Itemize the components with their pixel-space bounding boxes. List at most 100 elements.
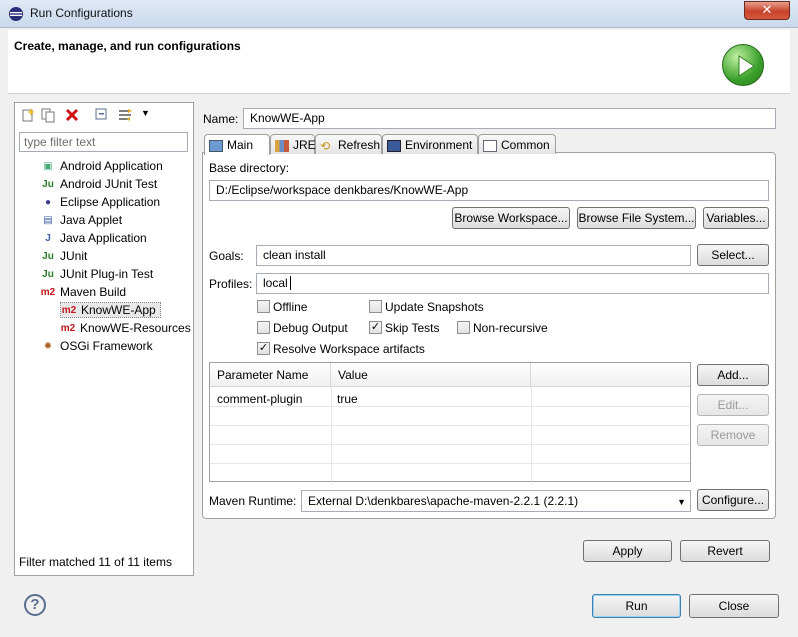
tree-item-label: Maven Build [60, 285, 127, 299]
tree-item-label: OSGi Framework [60, 339, 153, 353]
junit-icon: Ju [42, 250, 54, 262]
tree-item-label: Android JUnit Test [60, 177, 158, 191]
parameters-table[interactable]: Parameter Name Value comment-plugin true [209, 362, 691, 482]
skip-tests-label: Skip Tests [385, 321, 440, 335]
tree-item-content: ● Eclipse Application [40, 195, 160, 209]
tree-item-java-applet[interactable]: ▤ Java Applet [40, 211, 191, 229]
profiles-label: Profiles: [209, 277, 253, 291]
goals-field[interactable]: clean install [256, 245, 691, 266]
maven-icon: m2 [61, 304, 77, 316]
column-divider [331, 387, 332, 482]
tab-environment[interactable]: Environment [382, 134, 478, 154]
browse-workspace-button[interactable]: Browse Workspace... [452, 207, 570, 229]
tree-item-maven-build[interactable]: m2 Maven Build [40, 283, 191, 301]
base-directory-label: Base directory: [209, 161, 290, 175]
maven-runtime-select[interactable]: External D:\denkbares\apache-maven-2.2.1… [301, 490, 691, 512]
row-divider [210, 463, 690, 464]
column-header-value[interactable]: Value [331, 363, 531, 387]
tab-environment-label: Environment [405, 138, 473, 152]
add-parameter-button[interactable]: Add... [697, 364, 769, 386]
main-tab-icon [209, 139, 223, 152]
maven-runtime-label: Maven Runtime: [209, 494, 297, 508]
run-play-icon [722, 44, 764, 86]
tree-item-content: Ju Android JUnit Test [40, 177, 157, 191]
tree-item-label: KnowWE-Resources [80, 321, 191, 335]
tree-item-junit-plug-in-test[interactable]: Ju JUnit Plug-in Test [40, 265, 191, 283]
browse-file-system-button[interactable]: Browse File System... [577, 207, 696, 229]
row-divider [210, 444, 690, 445]
tree-item-label: KnowWE-App [81, 303, 156, 317]
junit-icon: Ju [42, 178, 54, 190]
tree-item-knowwe-app[interactable]: m2 KnowWE-App [40, 301, 191, 319]
tab-common-label: Common [501, 138, 550, 152]
column-header-parameter-name[interactable]: Parameter Name [210, 363, 331, 387]
tree-item-osgi-framework[interactable]: ✹ OSGi Framework [40, 337, 191, 355]
collapse-all-icon[interactable] [94, 107, 110, 123]
tab-main[interactable]: Main [204, 134, 270, 155]
java-app-icon: J [45, 232, 51, 244]
tree-item-eclipse-application[interactable]: ● Eclipse Application [40, 193, 191, 211]
tree-item-content: Ju JUnit [40, 249, 87, 263]
junit-plugin-icon: Ju [42, 268, 54, 280]
tree-item-content: ▣ Android Application [40, 159, 162, 173]
delete-icon[interactable] [64, 107, 80, 123]
goals-label: Goals: [209, 249, 244, 263]
row-divider [210, 406, 690, 407]
select-goals-button[interactable]: Select... [697, 244, 769, 266]
close-button[interactable]: Close [689, 594, 779, 618]
configure-runtime-button[interactable]: Configure... [697, 489, 769, 511]
tab-refresh-label: Refresh [338, 138, 381, 152]
tree-item-content: m2 KnowWE-Resources [60, 321, 191, 335]
edit-parameter-button[interactable]: Edit... [697, 394, 769, 416]
offline-label: Offline [273, 300, 308, 314]
new-config-icon[interactable] [20, 107, 36, 123]
skip-tests-checkbox[interactable]: ✓ [369, 321, 382, 334]
variables-button[interactable]: Variables... [703, 207, 769, 229]
help-icon[interactable]: ? [24, 594, 46, 616]
tab-common[interactable]: Common [478, 134, 556, 154]
profiles-field[interactable]: local [256, 273, 769, 294]
duplicate-icon[interactable] [40, 107, 56, 123]
window-close-button[interactable]: ✕ [744, 1, 790, 20]
tree-item-content: Ju JUnit Plug-in Test [40, 267, 153, 281]
tree-item-android-application[interactable]: ▣ Android Application [40, 157, 191, 175]
tab-main-label: Main [227, 138, 254, 152]
header-title: Create, manage, and run configurations [14, 39, 241, 53]
name-label: Name: [203, 112, 239, 126]
param-name-cell[interactable]: comment-plugin [217, 392, 302, 406]
tree-item-content: ✹ OSGi Framework [40, 339, 153, 353]
revert-button[interactable]: Revert [680, 540, 770, 562]
update-snapshots-checkbox[interactable] [369, 300, 382, 313]
filter-input[interactable]: type filter text [19, 132, 188, 152]
run-button[interactable]: Run [592, 594, 681, 618]
tree-item-java-application[interactable]: J Java Application [40, 229, 191, 247]
debug-output-checkbox[interactable] [257, 321, 270, 334]
tree-item-knowwe-resources[interactable]: m2 KnowWE-Resources [40, 319, 191, 337]
tab-refresh[interactable]: ⟲ Refresh [315, 134, 382, 154]
non-recursive-checkbox[interactable] [457, 321, 470, 334]
filter-icon[interactable] [118, 107, 134, 123]
column-header-filler [531, 363, 690, 387]
tree-item-junit[interactable]: Ju JUnit [40, 247, 191, 265]
base-directory-field[interactable]: D:/Eclipse/workspace denkbares/KnowWE-Ap… [209, 180, 769, 201]
view-menu-chevron-down-icon[interactable]: ▼ [141, 108, 150, 118]
apply-button[interactable]: Apply [583, 540, 672, 562]
offline-checkbox[interactable] [257, 300, 270, 313]
resolve-workspace-checkbox[interactable]: ✓ [257, 342, 270, 355]
window-title: Run Configurations [30, 6, 133, 20]
tree-item-content: m2 KnowWE-App [60, 302, 161, 318]
applet-icon: ▤ [43, 214, 53, 226]
param-value-cell[interactable]: true [337, 392, 358, 406]
common-icon [483, 139, 497, 152]
tree-item-content: J Java Application [40, 231, 147, 245]
eclipse-app-icon [9, 7, 23, 21]
config-tree: ▣ Android Application Ju Android JUnit Test… [40, 157, 191, 355]
tab-jre[interactable]: JRE [270, 134, 316, 154]
tree-item-android-junit-test[interactable]: Ju Android JUnit Test [40, 175, 191, 193]
remove-parameter-button[interactable]: Remove [697, 424, 769, 446]
maven-runtime-value: External D:\denkbares\apache-maven-2.2.1… [308, 494, 579, 508]
name-field[interactable]: KnowWE-App [243, 108, 776, 129]
maven-icon: m2 [60, 322, 76, 334]
column-divider [531, 387, 532, 482]
eclipse-icon: ● [44, 196, 52, 208]
